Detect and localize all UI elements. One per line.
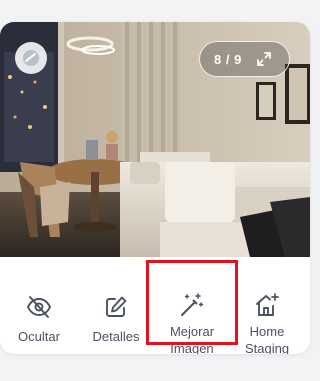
avatar-icon (23, 50, 39, 66)
improve-image-label-line2: Imagen (170, 341, 214, 354)
eye-off-icon (26, 294, 52, 320)
property-photo[interactable]: 8 / 9 (0, 22, 310, 257)
home-staging-label: Home Staging (245, 323, 289, 354)
photo-counter[interactable]: 8 / 9 (199, 41, 290, 77)
home-staging-label-line2: Staging (244, 341, 290, 354)
magic-wand-icon (179, 292, 205, 318)
edit-icon (104, 294, 128, 320)
home-staging-button[interactable]: Home Staging (233, 257, 301, 354)
photo-counter-text: 8 / 9 (214, 51, 242, 67)
photo-actions-bar: Ocultar Detalles Mejorar Imagen Home Sta… (0, 257, 310, 354)
details-label: Detalles (92, 329, 140, 344)
improve-image-button[interactable]: Mejorar Imagen (147, 257, 237, 354)
home-plus-icon (254, 292, 280, 318)
details-button[interactable]: Detalles (84, 257, 148, 354)
property-photo-card: 8 / 9 Ocultar Detalles Mejorar Imagen Ho… (0, 22, 310, 354)
home-staging-label-line1: Home (249, 324, 285, 339)
avatar-button[interactable] (15, 42, 47, 74)
hide-photo-label: Ocultar (18, 329, 60, 344)
hide-photo-button[interactable]: Ocultar (7, 257, 71, 354)
expand-icon[interactable] (256, 51, 272, 67)
improve-image-label: Mejorar Imagen (170, 323, 214, 354)
improve-image-label-line1: Mejorar (169, 324, 215, 339)
